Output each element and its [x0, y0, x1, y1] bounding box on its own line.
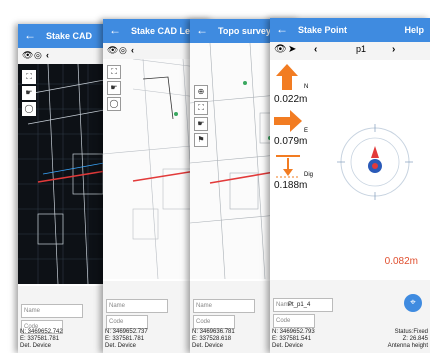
page-title: Stake CAD Le: [131, 26, 191, 36]
coordinates: N: 3469636.781 E: 337528.618 Det. Device: [192, 329, 235, 350]
coordinates: N: 3469652.742 E: 337581.781 Det. Device: [20, 329, 63, 350]
status-block: Status:Fixed Z: 26.845 Antenna height: [388, 329, 428, 350]
device-footer: Det. Device: [20, 343, 52, 349]
east-coordinate: E: 337528.618: [192, 336, 232, 342]
north-coordinate: N: 3469652.742: [20, 329, 63, 335]
code-field[interactable]: Code: [193, 315, 235, 329]
stake-target-icon: [174, 112, 178, 116]
page-title: Topo survey: [218, 26, 271, 36]
help-button[interactable]: Help: [404, 25, 424, 35]
north-distance: 0.022m: [274, 94, 308, 105]
device-footer: Det. Device: [105, 343, 137, 349]
name-field[interactable]: Name: [21, 304, 83, 318]
pick-point-icon[interactable]: ☛: [22, 86, 36, 100]
target-icon[interactable]: ◎: [34, 50, 42, 61]
back-arrow-icon[interactable]: ←: [109, 24, 121, 36]
page-title: Stake Point: [298, 25, 348, 35]
name-field[interactable]: Name Pt_p1_4: [273, 298, 333, 312]
north-coordinate: N: 3469652.793: [272, 329, 315, 335]
coordinates: N: 3469652.737 E: 337581.781 Det. Device: [105, 329, 148, 350]
back-arrow-icon[interactable]: ←: [196, 24, 208, 36]
east-coordinate: E: 337581.541: [272, 336, 312, 342]
layer-icon[interactable]: ◯: [107, 97, 121, 111]
pick-point-icon[interactable]: ☛: [194, 117, 208, 131]
page-title: Stake CAD: [46, 31, 93, 41]
toolbar: 👁 ➤ ‹ p1 ›: [270, 42, 430, 61]
east-coordinate: E: 337581.781: [20, 336, 60, 342]
east-arrow-icon: [274, 110, 302, 132]
east-label: E: [304, 128, 309, 134]
chevron-left-icon[interactable]: ‹: [314, 44, 317, 55]
flag-icon[interactable]: ⚑: [194, 133, 208, 147]
total-distance: 0.082m: [384, 256, 418, 267]
name-field[interactable]: Name: [193, 299, 255, 313]
east-coordinate: E: 337581.781: [105, 336, 145, 342]
east-distance: 0.079m: [274, 136, 308, 147]
layer-icon[interactable]: ◯: [22, 102, 36, 116]
back-arrow-icon[interactable]: ←: [276, 23, 288, 35]
eye-icon[interactable]: 👁: [107, 45, 118, 56]
target-icon[interactable]: ◎: [119, 45, 127, 56]
north-arrow-icon: [276, 64, 298, 90]
zoom-extent-icon[interactable]: ⛶: [22, 70, 36, 84]
fix-status: Status:Fixed: [394, 329, 428, 335]
antenna-height: Antenna height: [387, 343, 428, 349]
code-field[interactable]: Code: [273, 314, 315, 328]
elevation: Z: 26.845: [402, 336, 428, 342]
code-field[interactable]: Code: [106, 315, 148, 329]
bottom-panel: Name Pt_p1_4 Code ⌖ N: 3469652.793 E: 33…: [270, 280, 430, 353]
north-coordinate: N: 3469636.781: [192, 329, 235, 335]
coordinates: N: 3469652.793 E: 337581.541 Det. Device: [272, 329, 315, 350]
eye-icon[interactable]: 👁: [22, 50, 33, 61]
eye-off-icon[interactable]: 👁: [274, 44, 287, 55]
dig-icon: [276, 155, 300, 178]
pick-point-icon[interactable]: ☛: [107, 81, 121, 95]
chevron-left-icon[interactable]: ‹: [46, 50, 49, 60]
screen-stake-point: ← Stake Point Help 👁 ➤ ‹ p1 › N 0.022m E…: [270, 18, 430, 353]
dig-distance: 0.188m: [274, 180, 308, 191]
stake-view: N 0.022m E 0.079m Dig 0.188m 0.082m: [270, 60, 430, 278]
point-name: p1: [355, 44, 366, 54]
app-header: ← Stake Point Help: [270, 18, 430, 42]
compass-icon: [337, 124, 413, 200]
device-footer: Det. Device: [272, 343, 304, 349]
chevron-right-icon[interactable]: ›: [392, 44, 395, 55]
navigate-icon[interactable]: ➤: [288, 44, 296, 55]
chevron-left-icon[interactable]: ‹: [131, 45, 134, 55]
name-field[interactable]: Name: [106, 299, 168, 313]
location-button[interactable]: ⌖: [404, 294, 422, 312]
north-label: N: [304, 84, 309, 90]
dig-label: Dig: [304, 172, 314, 178]
zoom-in-icon[interactable]: ⊕: [194, 85, 208, 99]
survey-point-icon: [243, 81, 247, 85]
zoom-extent-icon[interactable]: ⛶: [107, 65, 121, 79]
back-arrow-icon[interactable]: ←: [24, 29, 36, 41]
zoom-extent-icon[interactable]: ⛶: [194, 101, 208, 115]
device-footer: Det. Device: [192, 343, 224, 349]
north-coordinate: N: 3469652.737: [105, 329, 148, 335]
